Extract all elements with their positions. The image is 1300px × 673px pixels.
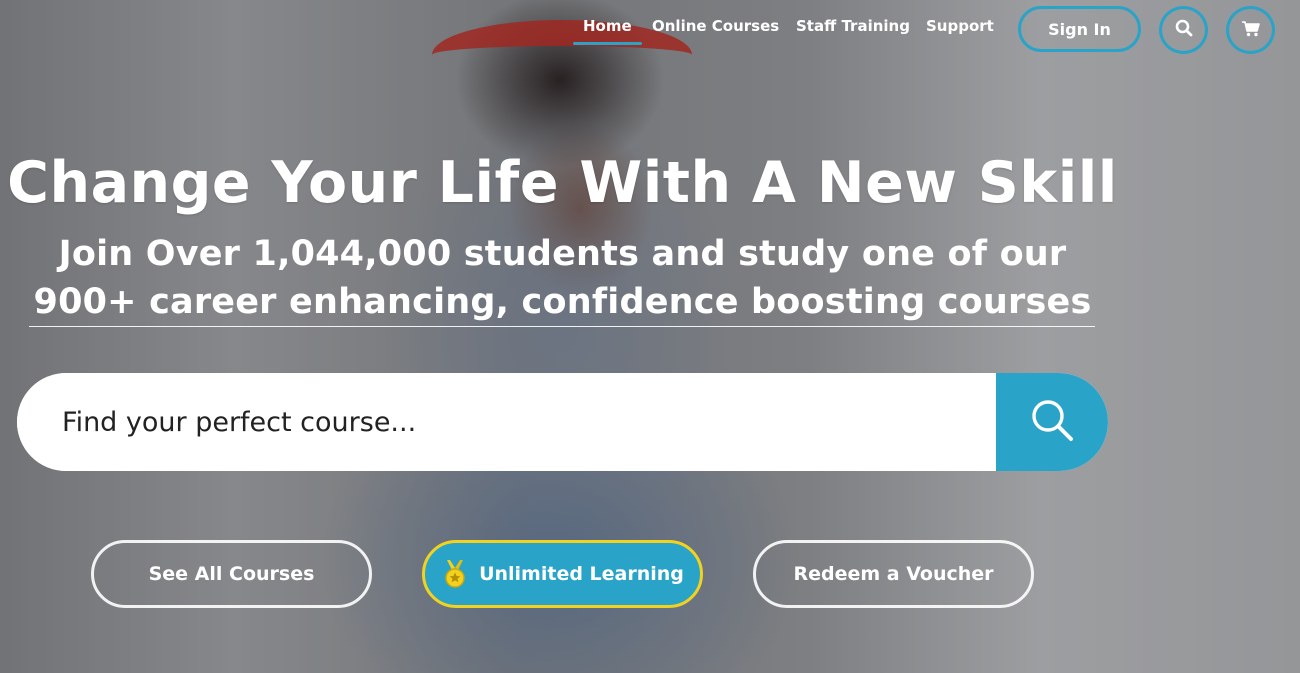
cart-icon — [1241, 20, 1260, 41]
hero-headline: Change Your Life With A New Skill — [7, 150, 1118, 216]
top-navigation: Home Online Courses Staff Training Suppo… — [0, 0, 1300, 60]
medal-icon — [441, 559, 469, 589]
nav-link-staff-training[interactable]: Staff Training — [796, 17, 910, 35]
subline-underline — [29, 326, 1095, 327]
nav-link-support[interactable]: Support — [926, 17, 994, 35]
unlimited-learning-button[interactable]: Unlimited Learning — [422, 540, 703, 608]
sign-in-label: Sign In — [1048, 19, 1111, 39]
hero-subline-1: Join Over 1,044,000 students and study o… — [58, 234, 1067, 274]
hero-subline-2: 900+ career enhancing, confidence boosti… — [33, 282, 1092, 322]
search-icon — [1028, 396, 1076, 448]
redeem-voucher-button[interactable]: Redeem a Voucher — [753, 540, 1034, 608]
search-icon — [1175, 19, 1193, 41]
see-all-courses-button[interactable]: See All Courses — [91, 540, 372, 608]
cart-button[interactable] — [1226, 6, 1275, 54]
see-all-courses-label: See All Courses — [148, 563, 315, 585]
unlimited-learning-label: Unlimited Learning — [479, 563, 684, 585]
nav-link-online-courses[interactable]: Online Courses — [652, 17, 779, 35]
nav-link-home[interactable]: Home — [573, 17, 642, 45]
redeem-voucher-label: Redeem a Voucher — [793, 563, 994, 585]
course-search-submit-button[interactable] — [996, 373, 1108, 471]
course-search-input[interactable] — [17, 373, 996, 471]
sign-in-button[interactable]: Sign In — [1018, 6, 1141, 52]
header-search-button[interactable] — [1159, 6, 1208, 54]
course-search-bar — [17, 373, 1108, 471]
